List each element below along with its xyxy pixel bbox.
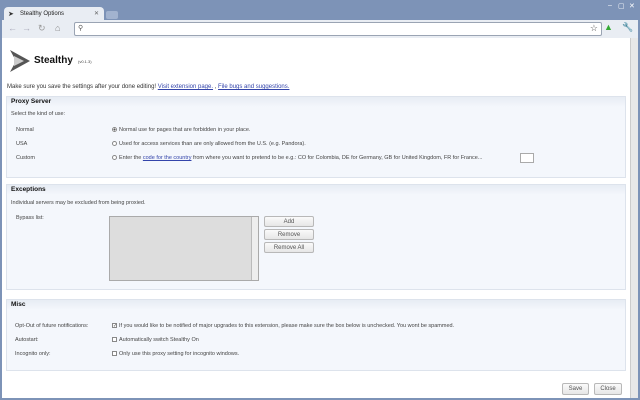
setting-text: Only use this proxy setting for incognit… [119, 351, 240, 357]
option-label: Normal [16, 127, 34, 133]
checkbox[interactable] [112, 351, 117, 357]
visit-extension-link[interactable]: Visit extension page. [158, 84, 213, 90]
add-button[interactable]: Add [264, 216, 314, 227]
back-icon[interactable]: ← [8, 23, 17, 33]
checkbox[interactable] [112, 337, 117, 343]
radio-button[interactable] [112, 127, 117, 133]
proxy-section: Proxy Server Select the kind of use: Nor… [6, 96, 626, 178]
home-icon[interactable]: ⌂ [55, 23, 60, 33]
stealthy-fish-logo [10, 50, 30, 72]
option-text: Normal use for pages that are forbidden … [119, 127, 251, 133]
setting-text: If you would like to be notified of majo… [119, 323, 455, 329]
setting-text: Automatically switch Stealthy On [119, 337, 199, 343]
setting-label: Incognito only: [15, 351, 51, 357]
save-button[interactable]: Save [562, 383, 589, 395]
option-text: Enter the [119, 155, 142, 161]
option-text: Used for access services than are only a… [119, 141, 306, 147]
radio-button[interactable] [112, 141, 117, 147]
stealthy-extension-icon[interactable]: ▲ [604, 22, 613, 32]
new-tab-button[interactable] [106, 11, 118, 19]
version-label: (v0.1.3) [78, 59, 92, 64]
misc-section: Misc Opt-Out of future notifications: ✓ I… [6, 299, 626, 371]
radio-button[interactable] [112, 155, 117, 161]
radio-usa[interactable]: Used for access services than are only a… [112, 141, 306, 147]
minimize-button[interactable]: – [608, 2, 612, 9]
address-bar[interactable]: ⚲ ☆ [74, 22, 602, 36]
country-code-input[interactable] [520, 153, 534, 163]
section-heading: Misc [7, 300, 625, 310]
tab-title: Stealthy Options [20, 11, 65, 17]
page-title: Stealthy [34, 55, 73, 66]
section-heading: Exceptions [7, 185, 625, 195]
radio-custom[interactable]: Enter the code for the country from wher… [112, 155, 482, 161]
reload-icon[interactable]: ↻ [38, 23, 46, 34]
section-desc: Select the kind of use: [11, 111, 66, 117]
exceptions-section: Exceptions Individual servers may be exc… [6, 184, 626, 290]
setting-label: Opt-Out of future notifications: [15, 323, 89, 329]
country-code-link[interactable]: code for the country [143, 155, 192, 161]
autostart-checkbox[interactable]: Automatically switch Stealthy On [112, 337, 199, 343]
incognito-checkbox[interactable]: Only use this proxy setting for incognit… [112, 351, 239, 357]
option-label: USA [16, 141, 28, 147]
star-icon[interactable]: ☆ [590, 23, 598, 34]
scrollbar[interactable] [630, 38, 638, 398]
separator: , [214, 84, 217, 90]
intro-message: Make sure you save the settings after yo… [7, 84, 157, 90]
tab-stealthy-options[interactable]: Stealthy Options [4, 7, 104, 21]
checkbox-checked[interactable]: ✓ [112, 323, 117, 329]
search-icon: ⚲ [78, 25, 84, 32]
section-heading: Proxy Server [7, 97, 625, 107]
bypass-list[interactable] [109, 216, 259, 281]
option-text: from where you want to pretend to be e.g… [193, 155, 483, 161]
setting-label: Autostart: [15, 337, 39, 343]
section-desc: Individual servers may be excluded from … [11, 200, 146, 206]
intro-text: Make sure you save the settings after yo… [7, 84, 289, 90]
maximize-button[interactable]: ▢ [618, 2, 625, 10]
remove-all-button[interactable]: Remove All [264, 242, 314, 253]
radio-normal[interactable]: Normal use for pages that are forbidden … [112, 127, 250, 133]
fish-favicon-icon: ➤ [8, 11, 14, 18]
opt-out-checkbox[interactable]: ✓ If you would like to be notified of maj… [112, 323, 454, 329]
remove-button[interactable]: Remove [264, 229, 314, 240]
tab-close-icon[interactable]: ✕ [94, 10, 99, 17]
option-label: Custom [16, 155, 35, 161]
bypass-label: Bypass list: [16, 215, 44, 221]
wrench-icon[interactable]: 🔧 [622, 22, 633, 33]
close-button[interactable]: Close [594, 383, 622, 395]
forward-icon[interactable]: → [22, 23, 31, 33]
file-bugs-link[interactable]: File bugs and suggestions. [218, 84, 289, 90]
close-window-button[interactable]: ✕ [629, 2, 635, 10]
list-scrollbar[interactable] [251, 217, 258, 280]
